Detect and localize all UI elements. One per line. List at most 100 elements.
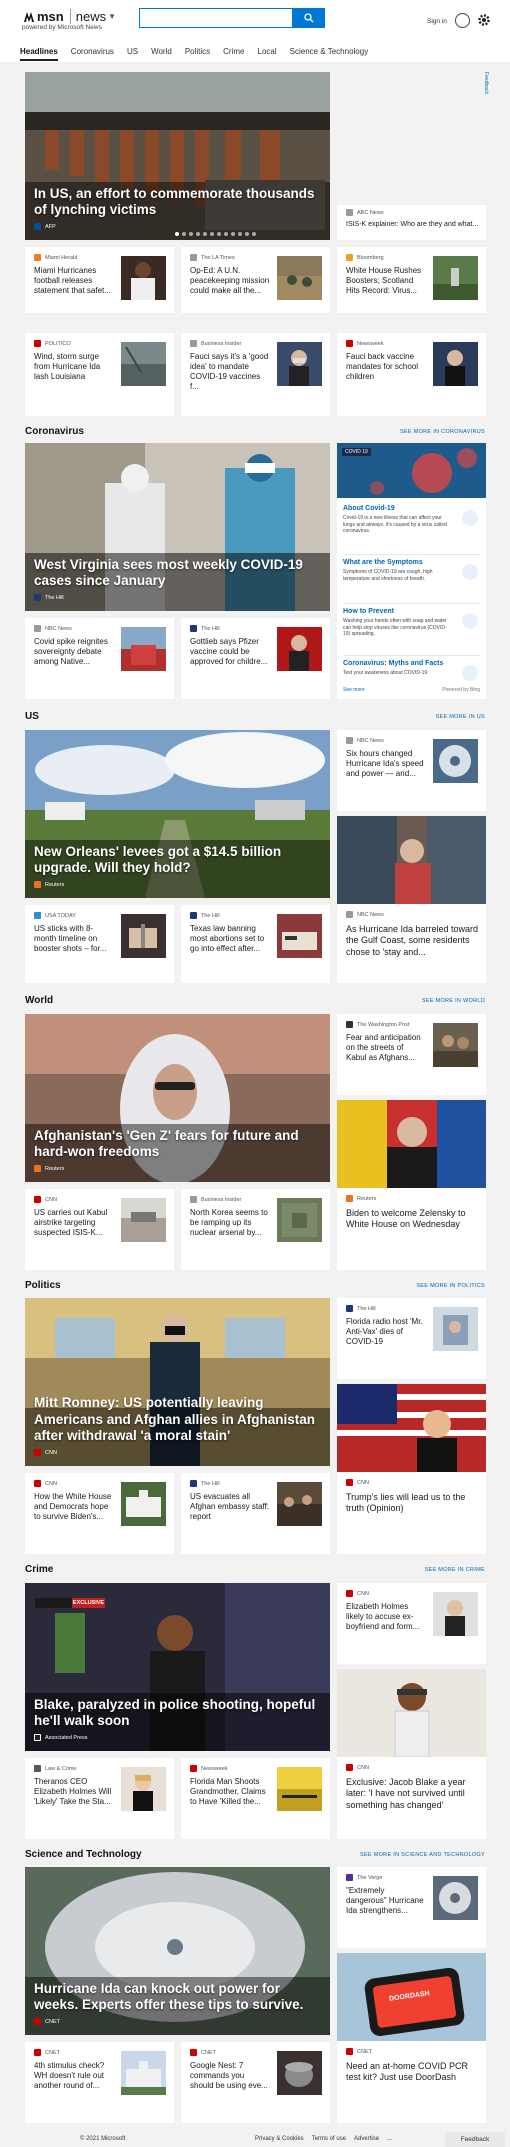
avatar-icon[interactable] bbox=[455, 13, 470, 28]
card-title[interactable]: ISIS-K explainer: Who are they and what.… bbox=[346, 221, 481, 230]
card-title[interactable]: White House Rushes Boosters; Scotland Hi… bbox=[346, 266, 426, 296]
card-title[interactable]: 4th stimulus check? WH doesn't rule out … bbox=[34, 2061, 114, 2091]
card-title[interactable]: Florida Man Shoots Grandmother, Claims t… bbox=[190, 1777, 270, 1807]
card-title[interactable]: Trump's lies will lead us to the truth (… bbox=[346, 1492, 481, 1515]
covid-item-myths[interactable]: Coronavirus: Myths and Facts Test your a… bbox=[343, 660, 480, 682]
news-card[interactable]: Business Insider Fauci says it's a 'good… bbox=[181, 333, 330, 416]
news-card[interactable]: CNET Google Nest: 7 commands you should … bbox=[181, 2042, 330, 2123]
card-title[interactable]: Op-Ed: A U.N. peacekeeping mission could… bbox=[190, 266, 270, 296]
hero-headline[interactable]: Hurricane Ida can knock out power for we… bbox=[34, 1981, 319, 2013]
coronavirus-hero-card[interactable]: West Virginia sees most weekly COVID-19 … bbox=[25, 443, 330, 611]
top-hero-card[interactable]: In US, an effort to commemorate thousand… bbox=[25, 72, 330, 240]
search-button[interactable] bbox=[293, 8, 325, 28]
card-title[interactable]: Six hours changed Hurricane Ida's speed … bbox=[346, 749, 426, 779]
news-card[interactable]: CNET 4th stimulus check? WH doesn't rule… bbox=[25, 2042, 174, 2123]
card-title[interactable]: Google Nest: 7 commands you should be us… bbox=[190, 2061, 270, 2091]
card-title[interactable]: Need an at-home COVID PCR test kit? Just… bbox=[346, 2061, 481, 2084]
news-card[interactable]: Newsweek Florida Man Shoots Grandmother,… bbox=[181, 1758, 330, 1839]
see-more-crime-link[interactable]: SEE MORE IN CRIME bbox=[340, 1567, 485, 1573]
see-more-us-link[interactable]: SEE MORE IN US bbox=[340, 714, 485, 720]
covid-item-symptoms[interactable]: What are the Symptoms Symptoms of COVID-… bbox=[343, 559, 480, 604]
card-title[interactable]: Biden to welcome Zelensky to White House… bbox=[346, 1208, 481, 1231]
nav-headlines[interactable]: Headlines bbox=[20, 47, 58, 61]
us-hero-card[interactable]: New Orleans' levees got a $14.5 billion … bbox=[25, 730, 330, 898]
news-card-large[interactable]: CNN Exclusive: Jacob Blake a year later:… bbox=[337, 1669, 486, 1839]
see-more-coronavirus-link[interactable]: SEE MORE IN CORONAVIRUS bbox=[340, 429, 485, 435]
card-title[interactable]: Miami Hurricanes football releases state… bbox=[34, 266, 114, 296]
hero-headline[interactable]: In US, an effort to commemorate thousand… bbox=[34, 186, 319, 218]
news-card-large[interactable]: NBC News As Hurricane Ida barreled towar… bbox=[337, 816, 486, 983]
privacy-link[interactable]: Privacy & Cookies bbox=[255, 2136, 304, 2142]
card-title[interactable]: Elizabeth Holmes likely to accuse ex-boy… bbox=[346, 1602, 426, 1632]
covid-item-heading[interactable]: About Covid-19 bbox=[343, 505, 480, 512]
chevron-down-icon[interactable]: ▼ bbox=[108, 12, 116, 21]
hero-headline[interactable]: Afghanistan's 'Gen Z' fears for future a… bbox=[34, 1128, 319, 1160]
covid-item-heading[interactable]: Coronavirus: Myths and Facts bbox=[343, 660, 480, 667]
nav-us[interactable]: US bbox=[127, 47, 138, 61]
news-card-large[interactable]: Reuters Biden to welcome Zelensky to Whi… bbox=[337, 1100, 486, 1270]
covid-item-about[interactable]: About Covid-19 Covid-19 is a new illness… bbox=[343, 505, 480, 555]
card-title[interactable]: Texas law banning most abortions set to … bbox=[190, 924, 270, 954]
search-input[interactable] bbox=[139, 8, 293, 28]
hero-headline[interactable]: Mitt Romney: US potentially leaving Amer… bbox=[34, 1395, 319, 1444]
card-title[interactable]: Theranos CEO Elizabeth Holmes Will 'Like… bbox=[34, 1777, 114, 1807]
covid-see-more-link[interactable]: See more bbox=[343, 687, 365, 693]
news-card[interactable]: Newsweek Fauci back vaccine mandates for… bbox=[337, 333, 486, 416]
feedback-button[interactable]: Feedback bbox=[445, 2132, 505, 2147]
card-title[interactable]: "Extremely dangerous" Hurricane Ida stre… bbox=[346, 1886, 426, 1916]
card-title[interactable]: US sticks with 8-month timeline on boost… bbox=[34, 924, 114, 954]
news-card[interactable]: The Hill Texas law banning most abortion… bbox=[181, 905, 330, 983]
card-title[interactable]: Fear and anticipation on the streets of … bbox=[346, 1033, 426, 1063]
see-more-world-link[interactable]: SEE MORE IN WORLD bbox=[340, 998, 485, 1004]
news-card[interactable]: The Verge "Extremely dangerous" Hurrican… bbox=[337, 1867, 486, 1948]
covid-item-heading[interactable]: How to Prevent bbox=[343, 608, 480, 615]
card-title[interactable]: North Korea seems to be ramping up its n… bbox=[190, 1208, 270, 1238]
world-hero-card[interactable]: Afghanistan's 'Gen Z' fears for future a… bbox=[25, 1014, 330, 1182]
news-card[interactable]: Miami Herald Miami Hurricanes football r… bbox=[25, 247, 174, 313]
crime-hero-card[interactable]: EXCLUSIVE Blake, paralyzed in police sho… bbox=[25, 1583, 330, 1751]
sign-in-link[interactable]: Sign in bbox=[427, 18, 447, 25]
nav-politics[interactable]: Politics bbox=[185, 47, 210, 61]
nav-world[interactable]: World bbox=[151, 47, 172, 61]
news-card-large[interactable]: DOORDASH CNET Need an at-home COVID PCR … bbox=[337, 1953, 486, 2123]
card-title[interactable]: As Hurricane Ida barreled toward the Gul… bbox=[346, 924, 481, 958]
covid-item-heading[interactable]: What are the Symptoms bbox=[343, 559, 480, 566]
news-card[interactable]: CNN Elizabeth Holmes likely to accuse ex… bbox=[337, 1583, 486, 1664]
news-card[interactable]: CNN How the White House and Democrats ho… bbox=[25, 1473, 174, 1554]
nav-local[interactable]: Local bbox=[258, 47, 277, 61]
nav-crime[interactable]: Crime bbox=[223, 47, 244, 61]
news-card[interactable]: CNN US carries out Kabul airstrike targe… bbox=[25, 1189, 174, 1270]
card-title[interactable]: US carries out Kabul airstrike targeting… bbox=[34, 1208, 114, 1238]
see-more-scitech-link[interactable]: SEE MORE IN SCIENCE AND TECHNOLOGY bbox=[330, 1852, 485, 1858]
see-more-politics-link[interactable]: SEE MORE IN POLITICS bbox=[340, 1283, 485, 1289]
card-title[interactable]: Florida radio host 'Mr. Anti-Vax' dies o… bbox=[346, 1317, 426, 1347]
news-card[interactable]: The LA Times Op-Ed: A U.N. peacekeeping … bbox=[181, 247, 330, 313]
terms-link[interactable]: Terms of use bbox=[312, 2136, 346, 2142]
nav-science-technology[interactable]: Science & Technology bbox=[290, 47, 369, 61]
news-card[interactable]: The Washington Post Fear and anticipatio… bbox=[337, 1014, 486, 1095]
card-title[interactable]: Fauci back vaccine mandates for school c… bbox=[346, 352, 426, 382]
advertise-link[interactable]: Advertise bbox=[354, 2136, 379, 2142]
hero-headline[interactable]: Blake, paralyzed in police shooting, hop… bbox=[34, 1697, 319, 1729]
news-card[interactable]: The Hill US evacuates all Afghan embassy… bbox=[181, 1473, 330, 1554]
news-card[interactable]: USA TODAY US sticks with 8-month timelin… bbox=[25, 905, 174, 983]
news-card[interactable]: NBC News Six hours changed Hurricane Ida… bbox=[337, 730, 486, 811]
card-title[interactable]: Gottlieb says Pfizer vaccine could be ap… bbox=[190, 637, 270, 667]
hero-headline[interactable]: West Virginia sees most weekly COVID-19 … bbox=[34, 557, 319, 589]
nav-coronavirus[interactable]: Coronavirus bbox=[71, 47, 114, 61]
gear-icon[interactable] bbox=[477, 13, 491, 27]
card-title[interactable]: Wind, storm surge from Hurricane Ida las… bbox=[34, 352, 114, 382]
carousel-dots[interactable] bbox=[175, 232, 256, 236]
more-links-button[interactable]: ... bbox=[387, 2136, 392, 2142]
news-card[interactable]: Business Insider North Korea seems to be… bbox=[181, 1189, 330, 1270]
hero-headline[interactable]: New Orleans' levees got a $14.5 billion … bbox=[34, 844, 319, 876]
news-card[interactable]: NBC News Covid spike reignites sovereign… bbox=[25, 618, 174, 699]
news-card[interactable]: The Hill Gottlieb says Pfizer vaccine co… bbox=[181, 618, 330, 699]
top-side-card[interactable]: ABC News ISIS-K explainer: Who are they … bbox=[337, 205, 486, 240]
msn-logo[interactable]: msn news ▼ bbox=[22, 9, 116, 24]
news-card[interactable]: The Hill Florida radio host 'Mr. Anti-Va… bbox=[337, 1298, 486, 1379]
news-card[interactable]: POLITICO Wind, storm surge from Hurrican… bbox=[25, 333, 174, 416]
news-card[interactable]: Bloomberg White House Rushes Boosters; S… bbox=[337, 247, 486, 313]
card-title[interactable]: Exclusive: Jacob Blake a year later: 'I … bbox=[346, 1777, 481, 1811]
scitech-hero-card[interactable]: Hurricane Ida can knock out power for we… bbox=[25, 1867, 330, 2035]
